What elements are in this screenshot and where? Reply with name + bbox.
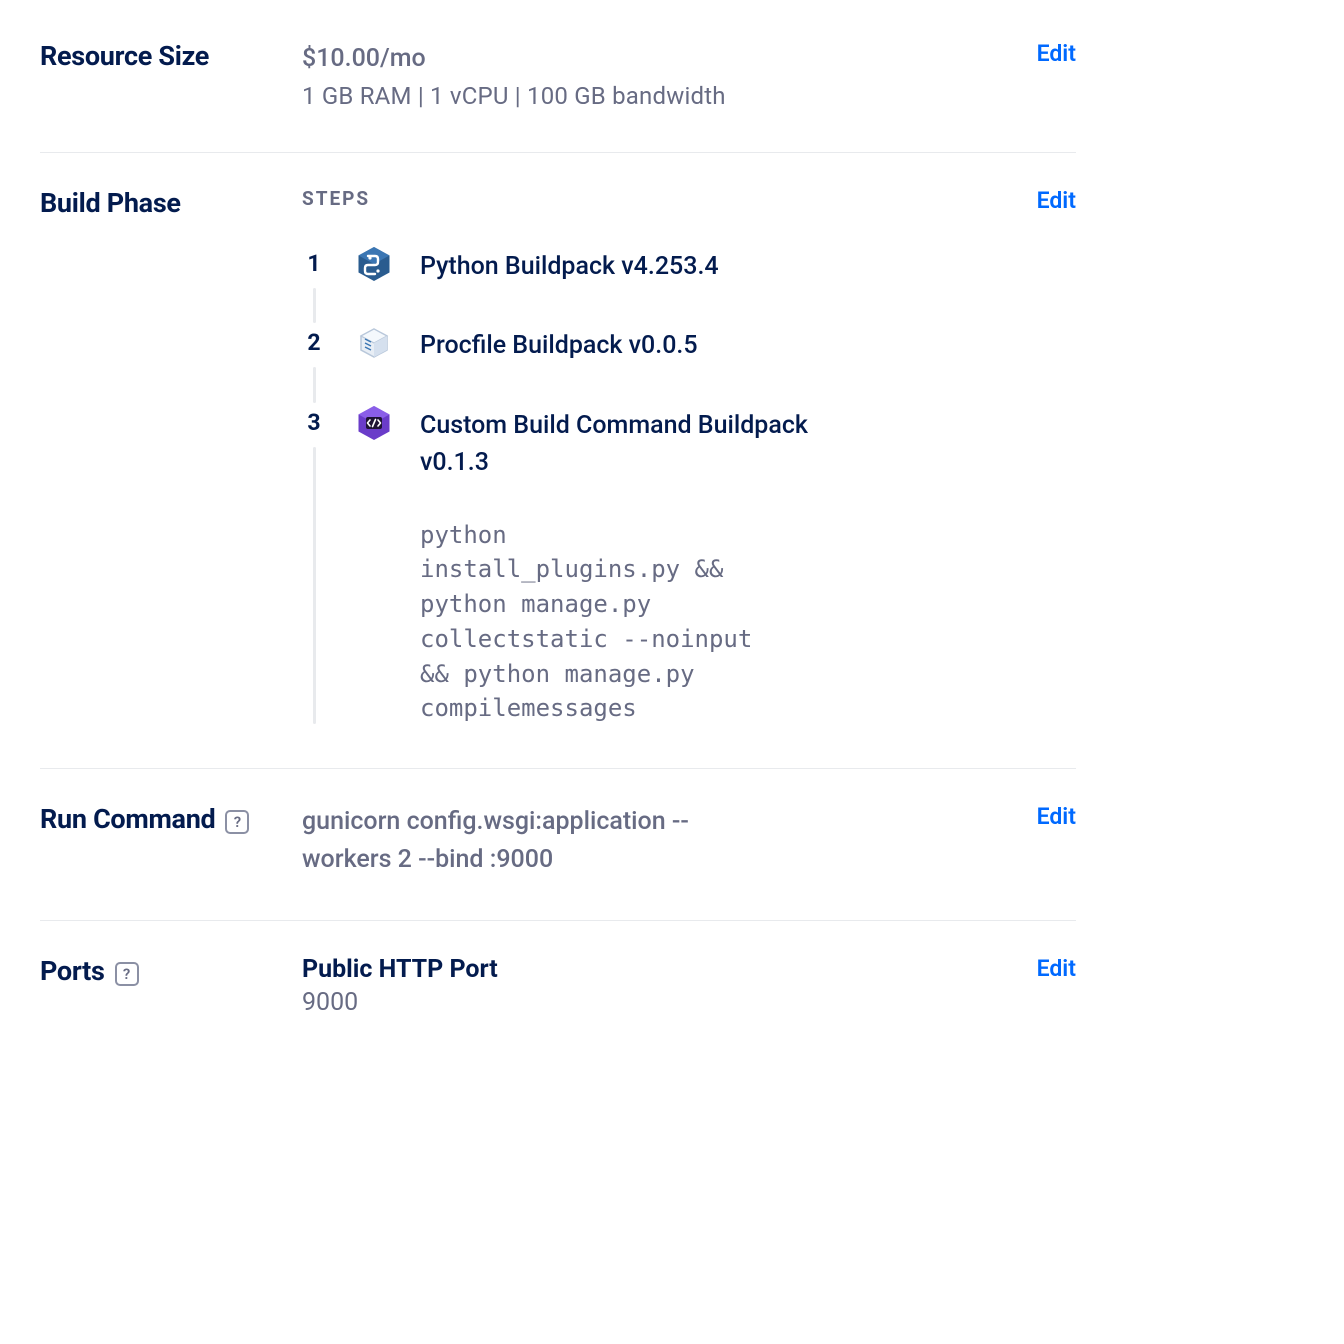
ports-label: Ports: [40, 955, 105, 987]
edit-build-phase-button[interactable]: Edit: [1037, 187, 1076, 214]
step-title: Procfile Buildpack v0.0.5: [420, 327, 1000, 365]
step-row: 2 Procfile Buildpack v0.0.5: [302, 325, 1000, 405]
step-number: 3: [302, 405, 326, 441]
run-command-value: gunicorn config.wsgi:application --worke…: [302, 803, 772, 878]
steps-list: 1 Python Buildpack v4.253.4: [302, 246, 1000, 727]
steps-heading: STEPS: [302, 187, 1000, 210]
build-phase-label: Build Phase: [40, 187, 181, 219]
resource-size-specs: 1 GB RAM | 1 vCPU | 100 GB bandwidth: [302, 82, 1000, 110]
python-icon: [356, 246, 392, 282]
section-resource-size: Resource Size $10.00/mo 1 GB RAM | 1 vCP…: [40, 40, 1076, 153]
port-value: 9000: [302, 988, 1000, 1017]
resource-size-label: Resource Size: [40, 40, 209, 72]
section-ports: Ports ? Public HTTP Port 9000 Edit: [40, 921, 1076, 1059]
section-build-phase: Build Phase STEPS 1: [40, 153, 1076, 770]
procfile-icon: [356, 325, 392, 361]
run-command-label: Run Command: [40, 803, 215, 835]
step-title: Python Buildpack v4.253.4: [420, 248, 1000, 286]
step-row: 1 Python Buildpack v4.253.4: [302, 246, 1000, 326]
step-number: 2: [302, 325, 326, 361]
help-icon[interactable]: ?: [225, 810, 249, 834]
step-title: Custom Build Command Buildpack v0.1.3: [420, 407, 850, 482]
edit-run-command-button[interactable]: Edit: [1037, 803, 1076, 830]
edit-resource-size-button[interactable]: Edit: [1037, 40, 1076, 67]
section-run-command: Run Command ? gunicorn config.wsgi:appli…: [40, 769, 1076, 921]
resource-size-price: $10.00/mo: [302, 40, 1000, 78]
port-title: Public HTTP Port: [302, 955, 1000, 984]
step-number: 1: [302, 246, 326, 282]
build-command-code: python install_plugins.py && python mana…: [420, 518, 780, 727]
edit-ports-button[interactable]: Edit: [1037, 955, 1076, 982]
custom-build-icon: [356, 405, 392, 441]
step-row: 3 Custom Build Command Build: [302, 405, 1000, 727]
help-icon[interactable]: ?: [115, 962, 139, 986]
